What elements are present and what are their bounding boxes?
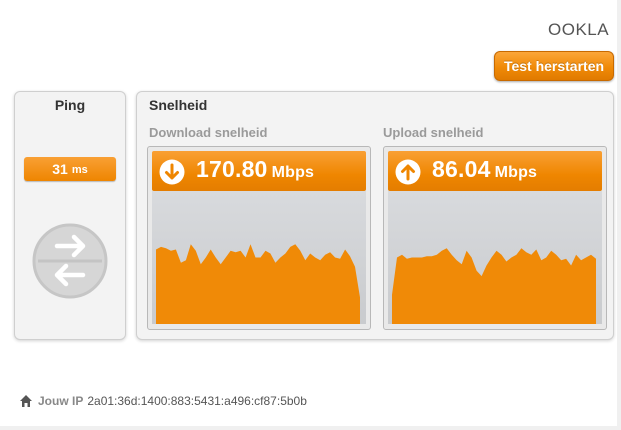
restart-test-button[interactable]: Test herstarten bbox=[494, 51, 614, 81]
ping-title: Ping bbox=[54, 97, 86, 113]
download-header: 170.80 Mbps bbox=[152, 151, 366, 191]
ookla-logo: OOKLA bbox=[548, 20, 609, 39]
download-graph-area bbox=[156, 244, 360, 324]
ping-badge: 31 ms bbox=[24, 157, 116, 181]
ping-panel: Ping 31 ms bbox=[14, 91, 126, 340]
upload-reading: 86.04 Mbps bbox=[432, 156, 537, 183]
upload-arrow-icon bbox=[395, 159, 421, 185]
page-edge-bottom bbox=[0, 426, 621, 430]
ookla-logo-text: OOKLA bbox=[548, 20, 609, 39]
download-value: 170.80 bbox=[196, 156, 268, 182]
ip-value: 2a01:36d:1400:883:5431:a496:cf87:5b0b bbox=[87, 394, 307, 408]
download-graph bbox=[152, 191, 366, 324]
ping-unit: ms bbox=[71, 164, 88, 176]
upload-value: 86.04 bbox=[432, 156, 491, 182]
upload-graph-svg bbox=[392, 248, 596, 324]
upload-meter: 86.04 Mbps bbox=[383, 146, 607, 330]
ping-value: 31 bbox=[52, 161, 68, 177]
ip-label: Jouw IP bbox=[38, 394, 84, 408]
page-edge-right bbox=[617, 0, 621, 430]
upload-unit: Mbps bbox=[494, 164, 538, 181]
download-meter: 170.80 Mbps bbox=[147, 146, 371, 330]
footer-ip: Jouw IP 2a01:36d:1400:883:5431:a496:cf87… bbox=[19, 394, 307, 408]
download-label: Download snelheid bbox=[149, 125, 268, 140]
download-unit: Mbps bbox=[271, 164, 315, 181]
download-arrow-icon bbox=[159, 159, 185, 185]
upload-header: 86.04 Mbps bbox=[388, 151, 602, 191]
upload-label: Upload snelheid bbox=[383, 125, 484, 140]
upload-graph bbox=[388, 191, 602, 324]
speed-panel: Snelheid Download snelheid Upload snelhe… bbox=[136, 91, 614, 340]
home-icon bbox=[20, 395, 32, 407]
ping-arrows-icon bbox=[32, 223, 108, 299]
upload-graph-area bbox=[392, 248, 596, 324]
download-graph-svg bbox=[156, 244, 360, 324]
speed-title: Snelheid bbox=[149, 97, 208, 113]
download-reading: 170.80 Mbps bbox=[196, 156, 314, 183]
